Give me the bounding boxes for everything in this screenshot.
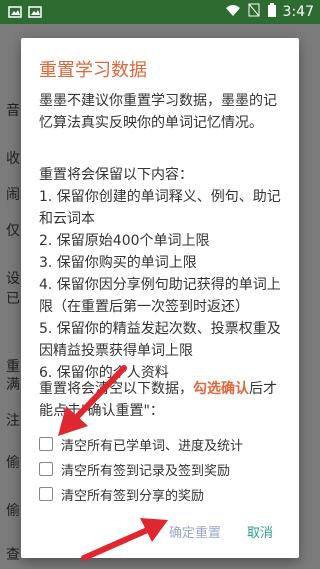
keep-item: 2. 保留原始400个单词上限 xyxy=(39,233,210,249)
background-setting-label: 闹 xyxy=(6,187,20,203)
gallery-icon-2 xyxy=(28,4,42,18)
checkbox-label: 清空所有签到分享的奖励 xyxy=(61,488,205,504)
background-setting-label: 已 xyxy=(6,291,20,307)
checkbox-clear-share-rewards[interactable]: 清空所有签到分享的奖励 xyxy=(39,484,204,504)
keep-header: 重置将会保留以下内容： xyxy=(39,167,193,183)
background-setting-label: 满 xyxy=(6,377,20,393)
checkbox[interactable] xyxy=(39,437,53,451)
status-bar: 3:47 xyxy=(0,0,320,24)
background-setting-label: 注 xyxy=(6,413,20,429)
checkbox-clear-checkins[interactable]: 清空所有签到记录及签到奖励 xyxy=(39,459,230,479)
background-setting-label: 重 xyxy=(6,359,20,375)
battery-icon xyxy=(267,3,277,21)
annotation-arrow-icon xyxy=(58,365,127,436)
background-setting-label: 偷 xyxy=(6,503,20,519)
wifi-icon xyxy=(225,3,241,21)
checkbox[interactable] xyxy=(39,462,53,476)
checkbox[interactable] xyxy=(39,487,53,501)
annotation-arrow-icon xyxy=(81,518,168,561)
intro-text: 墨墨不建议你重置学习数据，墨墨的记忆算法真实反映你的单词记忆情况。 xyxy=(39,93,277,131)
background-setting-label: 查 xyxy=(6,547,20,563)
no-sim-icon xyxy=(247,3,261,21)
check-to-confirm-highlight: 勾选确认 xyxy=(193,381,249,397)
dialog-title: 重置学习数据 xyxy=(39,60,147,81)
cancel-button[interactable]: 取消 xyxy=(247,522,273,541)
gallery-icon xyxy=(8,4,22,18)
background-setting-label: 仅 xyxy=(6,223,20,239)
keep-item: 4. 保留你因分享例句助记获得的单词上限（在重置后第一次签到时返还） xyxy=(39,277,281,315)
keep-item: 5. 保留你的精益发起次数、投票权重及因精益投票获得单词上限 xyxy=(39,321,281,359)
checkbox-label: 清空所有签到记录及签到奖励 xyxy=(61,463,231,479)
background-setting-label: 音 xyxy=(6,103,20,119)
keep-item: 1. 保留你创建的单词释义、例句、助记和云词本 xyxy=(39,189,281,227)
background-setting-label: 收 xyxy=(6,151,20,167)
background-setting-label: 偷 xyxy=(6,455,20,471)
keep-section: 重置将会保留以下内容： 1. 保留你创建的单词释义、例句、助记和云词本 2. 保… xyxy=(39,164,285,384)
reset-data-dialog: 重置学习数据 墨墨不建议你重置学习数据，墨墨的记忆算法真实反映你的单词记忆情况。… xyxy=(21,38,299,558)
clock-time: 3:47 xyxy=(282,4,314,20)
keep-item: 3. 保留你购买的单词上限 xyxy=(39,255,197,271)
confirm-reset-button[interactable]: 确定重置 xyxy=(169,522,221,541)
background-setting-label: 设 xyxy=(6,271,20,287)
